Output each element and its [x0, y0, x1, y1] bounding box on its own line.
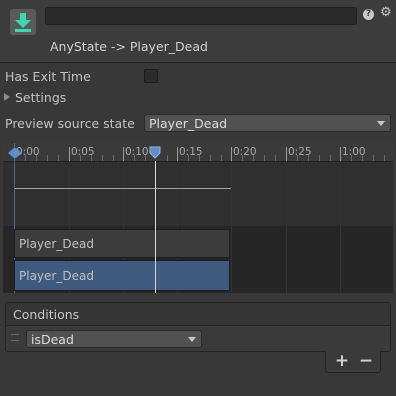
condition-parameter-value: isDead: [31, 332, 74, 347]
destination-state-bar[interactable]: Player_Dead: [14, 260, 230, 291]
ruler-tick: [177, 147, 178, 161]
ruler-tick-label: 0:10: [125, 146, 149, 158]
timeline-grid-line: [286, 161, 287, 293]
ruler-tick-label: 0:05: [71, 146, 95, 158]
chevron-down-icon: [377, 121, 385, 126]
timeline-grid-line: [231, 161, 232, 293]
destination-state-label: Player_Dead: [19, 269, 94, 283]
ruler-tick-label: 0:15: [179, 146, 203, 158]
ruler-tick: [210, 155, 211, 161]
has-exit-time-checkbox[interactable]: [144, 69, 158, 83]
add-condition-button[interactable]: +: [334, 351, 350, 371]
timeline-upper-track: [3, 162, 393, 226]
ruler-tick-label: 0:20: [233, 146, 257, 158]
ruler-tick: [340, 147, 341, 161]
help-icon[interactable]: ?: [363, 9, 374, 20]
ruler-tick: [58, 155, 59, 161]
conditions-panel: Conditions isDead: [5, 302, 391, 352]
ruler-tick: [330, 155, 331, 161]
timeline-ruler[interactable]: 0:00 0:05 0:10 0:15 0:20 0:25 1:00: [3, 143, 393, 162]
header-divider: [0, 62, 396, 63]
timeline-grid-line: [340, 161, 341, 293]
ruler-tick: [264, 155, 265, 161]
transition-name-field[interactable]: [45, 7, 357, 25]
ruler-tick: [275, 155, 276, 161]
source-state-bar[interactable]: Player_Dead: [14, 229, 230, 258]
ruler-tick-label: 1:00: [342, 146, 366, 158]
ruler-tick: [319, 155, 320, 161]
inspector-header: ? ⚙ AnyState -> Player_Dead: [0, 0, 396, 62]
page-title: AnyState -> Player_Dead: [50, 39, 208, 54]
preview-source-state-value: Player_Dead: [149, 116, 228, 131]
ruler-tick: [123, 147, 124, 161]
source-state-label: Player_Dead: [19, 237, 94, 251]
preview-source-state-dropdown[interactable]: Player_Dead: [144, 114, 391, 132]
ruler-tick: [286, 147, 287, 161]
transition-timeline[interactable]: 0:00 0:05 0:10 0:15 0:20 0:25 1:00 Playe…: [3, 143, 393, 293]
remove-condition-button[interactable]: −: [358, 351, 374, 371]
playhead-line: [155, 161, 156, 293]
ruler-tick: [167, 155, 168, 161]
settings-foldout-arrow-icon[interactable]: [4, 93, 10, 101]
ruler-tick-label: 0:25: [288, 146, 312, 158]
transition-duration-line: [15, 188, 231, 189]
playhead-handle-icon[interactable]: [149, 146, 161, 159]
ruler-tick: [221, 155, 222, 161]
gear-icon[interactable]: ⚙: [380, 6, 392, 20]
ruler-tick: [384, 155, 385, 161]
condition-parameter-dropdown[interactable]: isDead: [26, 330, 202, 348]
settings-foldout-label[interactable]: Settings: [15, 90, 66, 105]
ruler-tick: [113, 155, 114, 161]
chevron-down-icon: [188, 337, 196, 342]
drag-handle-icon[interactable]: [11, 334, 19, 341]
conditions-footer-buttons: + −: [325, 351, 381, 373]
ruler-tick: [47, 155, 48, 161]
preview-source-state-label: Preview source state: [5, 116, 135, 131]
ruler-tick: [373, 155, 374, 161]
conditions-title: Conditions: [13, 307, 80, 322]
transition-start-handle-icon[interactable]: [7, 147, 23, 158]
transition-icon: [10, 9, 36, 35]
has-exit-time-label: Has Exit Time: [5, 69, 91, 84]
ruler-tick: [231, 147, 232, 161]
conditions-header: Conditions: [6, 303, 390, 326]
ruler-tick: [102, 155, 103, 161]
ruler-tick: [69, 147, 70, 161]
